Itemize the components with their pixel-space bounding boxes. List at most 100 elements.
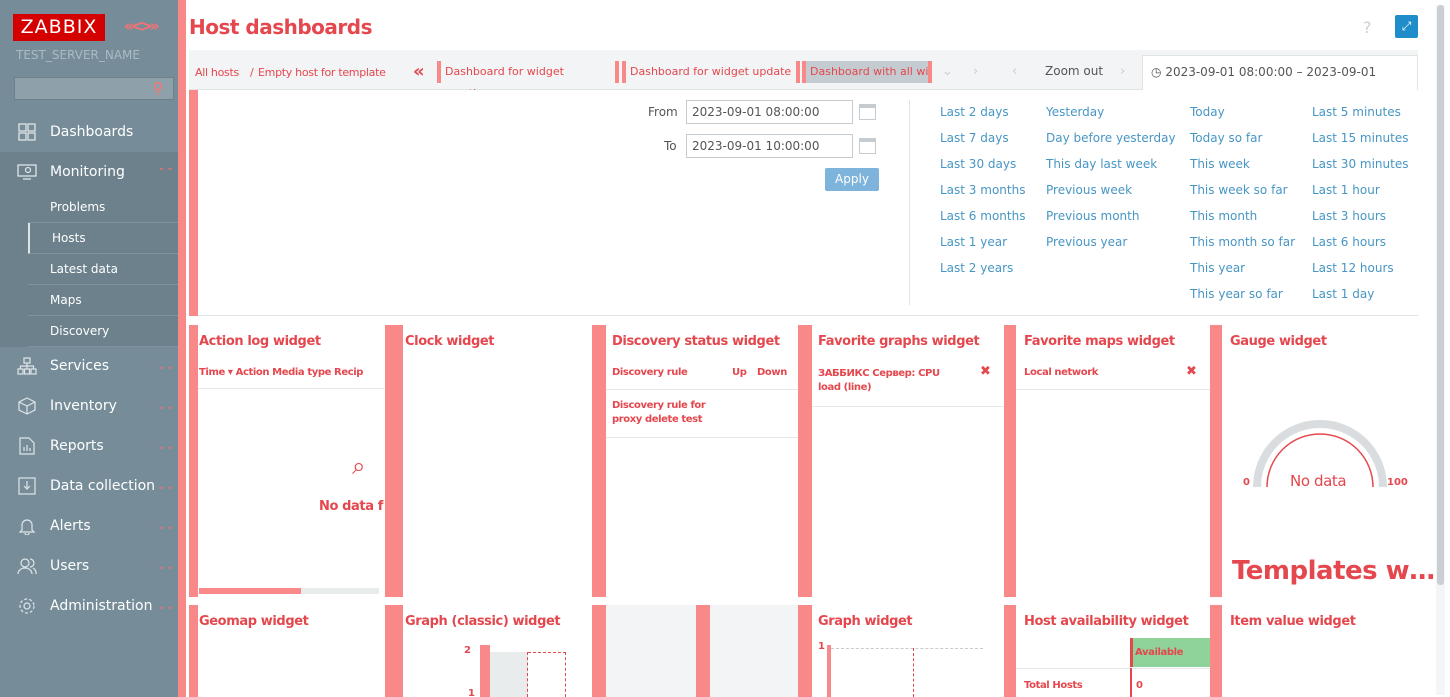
- fullscreen-icon[interactable]: ⤢: [1395, 15, 1418, 38]
- widget-title: Clock widget: [405, 334, 495, 349]
- quick-range-link[interactable]: This week: [1190, 157, 1250, 171]
- graph-axis: [827, 645, 831, 697]
- scrollbar-thumb[interactable]: [199, 588, 301, 594]
- subnav-latest-data[interactable]: Latest data: [28, 254, 178, 285]
- help-icon[interactable]: ?: [1363, 18, 1372, 37]
- subnav-hosts[interactable]: Hosts: [28, 223, 178, 254]
- to-input[interactable]: 2023-09-01 10:00:00: [686, 134, 853, 158]
- widget-title: Favorite graphs widget: [818, 334, 980, 349]
- quick-range-link[interactable]: Last 5 minutes: [1312, 105, 1401, 119]
- widget-favorite-graphs: [812, 325, 1004, 597]
- widget-placeholder: [606, 605, 696, 697]
- quick-range-link[interactable]: Yesterday: [1046, 105, 1104, 119]
- quick-range-link[interactable]: Previous month: [1046, 209, 1139, 223]
- quick-range-link[interactable]: This day last week: [1046, 157, 1157, 171]
- nav-reports[interactable]: Reports ⌄⌄: [0, 426, 178, 466]
- calendar-icon[interactable]: [859, 138, 876, 154]
- quick-range-link[interactable]: This month so far: [1190, 235, 1295, 249]
- divider: [198, 388, 384, 389]
- quick-range-link[interactable]: Last 1 year: [940, 235, 1007, 249]
- quick-range-link[interactable]: Last 1 day: [1312, 287, 1374, 301]
- quick-range-link[interactable]: Last 1 hour: [1312, 183, 1380, 197]
- to-label: To: [664, 139, 677, 153]
- nav-dashboards[interactable]: Dashboards: [0, 112, 178, 152]
- quick-range-link[interactable]: Last 30 days: [940, 157, 1016, 171]
- quick-range-link[interactable]: Previous year: [1046, 235, 1127, 249]
- gauge-value: No data: [1290, 472, 1347, 490]
- subnav-discovery[interactable]: Discovery: [28, 316, 178, 347]
- tabs-next-icon[interactable]: ›: [973, 64, 978, 79]
- quick-range-link[interactable]: Last 3 hours: [1312, 209, 1386, 223]
- table-header[interactable]: Time ▾ Action Media type Recip: [199, 367, 384, 378]
- tab-widget-creation[interactable]: Dashboard for widget creation: [437, 61, 619, 100]
- y-axis-label: 1: [818, 641, 825, 652]
- quick-range-link[interactable]: Previous week: [1046, 183, 1132, 197]
- breadcrumb-host[interactable]: Empty host for template: [258, 66, 386, 79]
- nav-monitoring[interactable]: Monitoring ⌃⌃: [0, 152, 178, 192]
- panel-edge: [189, 90, 198, 316]
- quick-range-link[interactable]: Last 6 hours: [1312, 235, 1386, 249]
- favorite-map-link[interactable]: Local network: [1024, 367, 1098, 378]
- tab-all-widgets[interactable]: Dashboard with all widgets: [802, 61, 932, 83]
- page-title: Host dashboards: [189, 15, 373, 39]
- nav-services[interactable]: Services ⌄⌄: [0, 346, 178, 386]
- quick-range-link[interactable]: Today so far: [1190, 131, 1262, 145]
- quick-range-link[interactable]: This month: [1190, 209, 1257, 223]
- widget-title: Discovery status widget: [612, 334, 780, 349]
- time-forward-icon[interactable]: ›: [1120, 64, 1125, 79]
- favorite-graph-link[interactable]: ЗАББИКС Сервер: CPU load (line): [818, 367, 958, 395]
- nav-administration[interactable]: Administration ⌄⌄: [0, 586, 178, 626]
- scrollbar-thumb[interactable]: [1437, 5, 1444, 585]
- quick-range-link[interactable]: Today: [1190, 105, 1225, 119]
- search-icon[interactable]: ⚲: [148, 78, 168, 98]
- clock-icon: ◷: [1151, 65, 1162, 79]
- nav-data-collection[interactable]: Data collection ⌄⌄: [0, 466, 178, 506]
- quick-range-link[interactable]: Last 7 days: [940, 131, 1009, 145]
- nav-label: Services: [50, 358, 110, 374]
- administration-icon: [16, 595, 38, 617]
- tab-widget-update[interactable]: Dashboard for widget update: [622, 61, 800, 83]
- widget-edge: [798, 325, 812, 597]
- tabs-list-icon[interactable]: ⌄: [942, 64, 953, 79]
- quick-range-link[interactable]: Last 6 months: [940, 209, 1025, 223]
- quick-range-link[interactable]: This year: [1190, 261, 1245, 275]
- quick-range-link[interactable]: Last 12 hours: [1312, 261, 1394, 275]
- column-header: Available: [1135, 647, 1184, 658]
- nav-inventory[interactable]: Inventory ⌄⌄: [0, 386, 178, 426]
- time-back-icon[interactable]: ‹: [1012, 64, 1017, 79]
- users-icon: [16, 555, 38, 577]
- quick-range-link[interactable]: Last 2 years: [940, 261, 1013, 275]
- quick-range-link[interactable]: Day before yesterday: [1046, 131, 1176, 145]
- collapse-sidebar-icon[interactable]: «<>»: [124, 17, 159, 35]
- quick-range-link[interactable]: Last 15 minutes: [1312, 131, 1408, 145]
- quick-range-link[interactable]: This week so far: [1190, 183, 1288, 197]
- quick-range-link[interactable]: Last 30 minutes: [1312, 157, 1408, 171]
- time-range-tab[interactable]: ◷ 2023-09-01 08:00:00 – 2023-09-01 10:00…: [1142, 55, 1418, 112]
- tabs-prev-icon[interactable]: «: [413, 61, 425, 82]
- from-input[interactable]: 2023-09-01 08:00:00: [686, 100, 853, 124]
- calendar-icon[interactable]: [859, 104, 876, 120]
- widget-edge: [189, 325, 198, 597]
- breadcrumb-all-hosts[interactable]: All hosts: [195, 66, 239, 79]
- zabbix-logo[interactable]: ZABBIX: [13, 14, 105, 41]
- nav-users[interactable]: Users ⌄⌄: [0, 546, 178, 586]
- widget-title: Graph widget: [818, 614, 913, 629]
- zoom-out-button[interactable]: Zoom out: [1045, 64, 1103, 78]
- no-data-search-icon: ⌕: [352, 452, 366, 480]
- nav-alerts[interactable]: Alerts ⌄⌄: [0, 506, 178, 546]
- divider: [909, 100, 910, 305]
- remove-favorite-icon[interactable]: ✖: [1186, 364, 1197, 379]
- remove-favorite-icon[interactable]: ✖: [980, 364, 991, 379]
- subnav-maps[interactable]: Maps: [28, 285, 178, 316]
- discovery-rule-link[interactable]: Discovery rule for proxy delete test: [612, 399, 722, 427]
- subnav-problems[interactable]: Problems: [28, 192, 178, 223]
- breadcrumb-separator: /: [250, 66, 254, 79]
- apply-button[interactable]: Apply: [825, 168, 879, 191]
- quick-range-link[interactable]: Last 2 days: [940, 105, 1009, 119]
- quick-range-link[interactable]: Last 3 months: [940, 183, 1025, 197]
- widget-edge: [189, 605, 198, 697]
- nav-label: Monitoring: [50, 164, 125, 180]
- divider: [812, 406, 1004, 407]
- quick-range-link[interactable]: This year so far: [1190, 287, 1283, 301]
- monitoring-icon: [16, 161, 38, 183]
